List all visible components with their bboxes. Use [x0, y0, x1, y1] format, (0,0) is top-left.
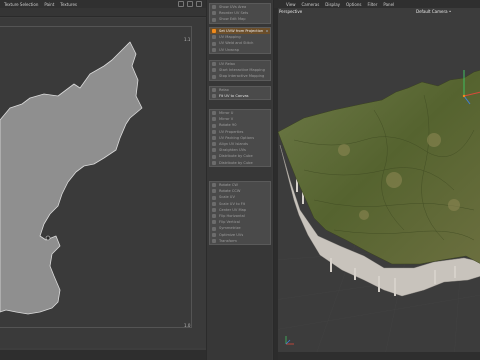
flip-h-icon — [212, 214, 216, 219]
packing-icon — [212, 136, 216, 141]
maximize-icon[interactable] — [196, 1, 202, 7]
viewport-3d-canvas[interactable] — [274, 0, 480, 360]
menu-options[interactable]: Options — [346, 2, 361, 7]
stop-icon — [212, 74, 216, 79]
uv-commands-panel: Show UVs Area Reorder UV Sets Show Edit … — [206, 0, 272, 360]
options-dot-icon[interactable] — [266, 30, 268, 32]
transform-icon — [212, 238, 216, 243]
straighten-icon — [212, 148, 216, 153]
uv-editor-statusbar — [0, 350, 206, 360]
menu-view[interactable]: View — [286, 2, 296, 7]
viewport-left-toolbar — [274, 0, 278, 360]
rotate-ccw-icon — [212, 189, 216, 194]
command-group-4: Relax Fit UV to Canvas — [209, 86, 271, 101]
projection-icon — [212, 29, 216, 34]
menu-paint[interactable]: Paint — [44, 2, 54, 7]
edit-map-icon — [212, 17, 216, 22]
uv-editor-menubar: Texture Selection Paint Textures — [0, 0, 206, 8]
move-tool-icon[interactable] — [178, 1, 184, 7]
scale-icon — [212, 195, 216, 200]
view-name: Perspective — [279, 9, 303, 14]
rotate-icon — [212, 123, 216, 128]
cmd-stop-interactive-mapping[interactable]: Stop Interactive Mapping — [210, 73, 270, 79]
cube-icon — [212, 160, 216, 165]
start-icon — [212, 68, 216, 73]
axis-indicator — [285, 336, 294, 345]
uv-area-icon — [212, 5, 216, 10]
cmd-uv-unwrap[interactable]: UV Unwrap — [210, 47, 270, 53]
mirror-v-icon — [212, 117, 216, 122]
viewport-header: Perspective Default Camera • — [274, 8, 480, 16]
command-group-5: Mirror U Mirror V Rotate 90 UV Propertie… — [209, 109, 271, 167]
cmd-fit-uv-to-canvas[interactable]: Fit UV to Canvas — [210, 93, 270, 99]
flip-v-icon — [212, 220, 216, 225]
scale-fit-icon — [212, 201, 216, 206]
center-icon — [212, 208, 216, 213]
unwrap-icon — [212, 47, 216, 52]
fit-canvas-icon — [212, 94, 216, 99]
align-icon — [212, 142, 216, 147]
uv-editor-panel: Texture Selection Paint Textures 1.1 1.0 — [0, 0, 206, 360]
menu-display[interactable]: Display — [325, 2, 340, 7]
uv-editor-toolbar — [178, 1, 202, 7]
menu-cameras[interactable]: Cameras — [302, 2, 320, 7]
viewport-menubar: View Cameras Display Options Filter Pane… — [274, 0, 480, 8]
menu-filter[interactable]: Filter — [367, 2, 377, 7]
mirror-u-icon — [212, 111, 216, 116]
weld-icon — [212, 41, 216, 46]
cmd-transform[interactable]: Transform — [210, 238, 270, 244]
cmd-distribute-by-cube-2[interactable]: Distribute by Cube — [210, 160, 270, 166]
symmetry-icon — [212, 226, 216, 231]
relax-small-icon — [212, 88, 216, 93]
uv-editor-ruler — [0, 8, 206, 17]
menu-panel[interactable]: Panel — [383, 2, 394, 7]
rotate-cw-icon — [212, 183, 216, 188]
command-group-2: Set UVW from Projection UV Mapping UV We… — [209, 27, 271, 54]
cube-icon — [212, 154, 216, 159]
reorder-icon — [212, 11, 216, 16]
menu-textures[interactable]: Textures — [60, 2, 77, 7]
viewport-panel: View Cameras Display Options Filter Pane… — [273, 0, 480, 360]
optimize-icon — [212, 232, 216, 237]
uv-island-map-outline[interactable] — [0, 18, 206, 348]
command-group-6: Rotate CW Rotate CCW Scale UV Scale UV t… — [209, 181, 271, 245]
properties-icon — [212, 129, 216, 134]
cmd-show-edit-map[interactable]: Show Edit Map — [210, 16, 270, 22]
search-icon[interactable] — [187, 1, 193, 7]
camera-name[interactable]: Default Camera • — [416, 9, 451, 14]
relax-icon — [212, 62, 216, 67]
viewport-statusbar — [278, 352, 480, 360]
app-window: Texture Selection Paint Textures 1.1 1.0… — [0, 0, 480, 360]
menu-texture-selection[interactable]: Texture Selection — [4, 2, 38, 7]
uv-mapping-icon — [212, 35, 216, 40]
command-group-3: UV Relax Start Interactive Mapping Stop … — [209, 60, 271, 81]
command-group-1: Show UVs Area Reorder UV Sets Show Edit … — [209, 3, 271, 24]
